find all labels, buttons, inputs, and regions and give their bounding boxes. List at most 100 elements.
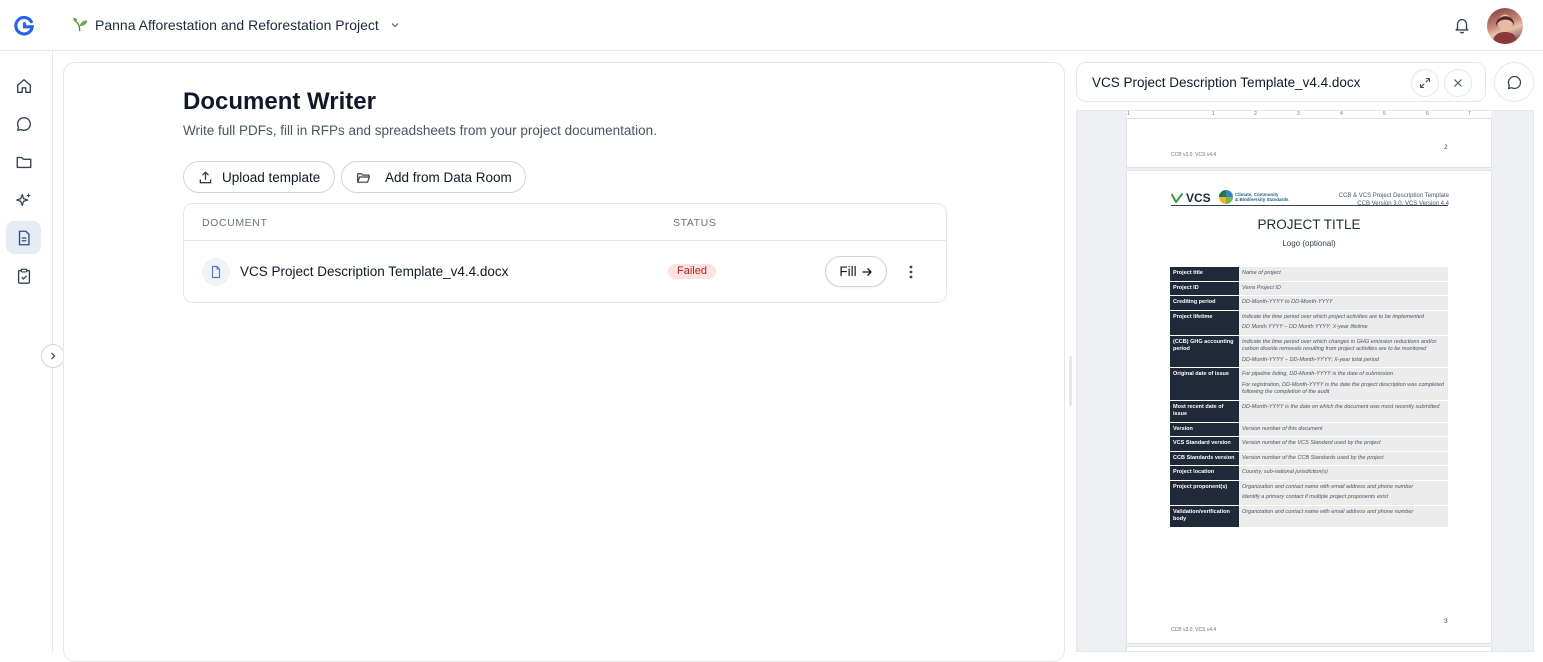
field-label: (CCB) GHG accounting period (1170, 335, 1239, 368)
close-preview-button[interactable] (1444, 69, 1472, 97)
field-value: Version number of this document (1239, 422, 1448, 437)
upload-template-label: Upload template (222, 169, 321, 185)
ruler-mark: 1 (1212, 111, 1215, 117)
ruler-mark: 5 (1383, 111, 1386, 117)
expand-preview-button[interactable] (1411, 69, 1439, 97)
table-row: Original date of issue For pipeline listi… (1170, 367, 1448, 401)
sidebar-item-ai[interactable] (6, 183, 41, 216)
table-row: Project lifetime Indicate the time period… (1170, 310, 1448, 336)
chevron-down-icon (391, 22, 399, 27)
panel-resize-handle[interactable] (1069, 356, 1072, 406)
chevron-right-icon (51, 352, 56, 360)
chat-bubble-icon (16, 116, 31, 131)
project-info-table: Project title Name of project Project ID Ve… (1170, 267, 1448, 528)
ruler-mark: 3 (1297, 111, 1300, 117)
document-header-line: CCB & VCS Project Description Template (1338, 193, 1449, 199)
field-value-line: Indicate the time period over which chan… (1242, 338, 1437, 353)
field-value-line: DD-Month-YYYY to DD-Month-YYYY (1242, 299, 1333, 305)
field-label: Project proponent(s) (1170, 480, 1239, 506)
field-label: Project title (1170, 267, 1239, 282)
field-value: Version number of the CCB Standards used… (1239, 451, 1448, 466)
field-label: Most recent date of issue (1170, 400, 1239, 423)
app-logo-icon[interactable] (13, 14, 35, 36)
field-value-line: Country, sub-national jurisdiction(s) (1242, 469, 1328, 475)
upload-template-button[interactable]: Upload template (183, 161, 335, 193)
document-viewer[interactable]: 1 1 2 3 4 5 6 7 CCB v3.0, VCS v4.4 2 VCS… (1076, 110, 1534, 652)
table-header: DOCUMENT STATUS (184, 204, 946, 241)
table-row: Project proponent(s) Organization and con… (1170, 480, 1448, 506)
add-from-data-room-button[interactable]: Add from Data Room (341, 161, 526, 193)
top-bar: Panna Afforestation and Reforestation Pr… (0, 0, 1543, 51)
field-value-line: DD Month YYYY – DD Month YYYY; X-year li… (1242, 324, 1368, 330)
table-row: Project location Country, sub-national ju… (1170, 465, 1448, 481)
column-header-status: STATUS (673, 217, 717, 229)
ruler-mark: 1 (1127, 111, 1130, 117)
upload-icon (199, 170, 212, 183)
field-value-line: For registration, DD-Month-YYYY is the d… (1242, 381, 1444, 396)
ruler-mark: 7 (1468, 111, 1471, 117)
sidebar-item-chat[interactable] (6, 107, 41, 140)
ruler-mark: 4 (1340, 111, 1343, 117)
document-name[interactable]: VCS Project Description Template_v4.4.do… (240, 264, 508, 279)
sparkles-icon (15, 192, 31, 206)
home-icon (16, 78, 31, 93)
table-row: CCB Standards version Version number of t… (1170, 451, 1448, 466)
document-page: CCB v3.0, VCS v4.4 2 (1127, 119, 1491, 167)
open-chat-button[interactable] (1494, 62, 1534, 102)
more-options-button[interactable] (902, 263, 920, 281)
avatar-portrait-icon (1493, 14, 1517, 44)
document-title: PROJECT TITLE (1257, 217, 1361, 232)
sidebar-item-document-writer[interactable] (6, 221, 41, 254)
field-label: VCS Standard version (1170, 436, 1239, 452)
user-avatar[interactable] (1487, 8, 1523, 44)
document-page: VCS Climate, Community & Biodiversity St… (1127, 171, 1491, 643)
status-badge: Failed (668, 264, 716, 279)
table-row: Version Version number of this document (1170, 422, 1448, 437)
document-page (1127, 647, 1491, 651)
field-value: Organization and contact name with email… (1239, 480, 1448, 506)
sidebar-item-home[interactable] (6, 69, 41, 102)
table-row: Validation/verification body Organization… (1170, 505, 1448, 528)
preview-header: VCS Project Description Template_v4.4.do… (1076, 62, 1486, 102)
folder-open-icon (357, 172, 371, 183)
table-row: Most recent date of issue DD-Month-YYYY i… (1170, 400, 1448, 423)
clipboard-check-icon (17, 268, 30, 284)
ruler-mark: 6 (1426, 111, 1429, 117)
field-value-line: Organization and contact name with email… (1242, 508, 1414, 515)
sidebar-expand-button[interactable] (41, 344, 65, 368)
field-label: CCB Standards version (1170, 451, 1239, 466)
field-value: DD-Month-YYYY is the date on which the d… (1239, 400, 1448, 423)
fill-label: Fill (839, 264, 857, 279)
field-label: Crediting period (1170, 295, 1239, 311)
table-row[interactable]: VCS Project Description Template_v4.4.do… (184, 241, 946, 303)
field-value-line: Version number of the CCB Standards used… (1242, 454, 1384, 461)
sidebar-item-clipboard[interactable] (6, 259, 41, 292)
bell-icon[interactable] (1453, 16, 1471, 34)
field-label: Original date of issue (1170, 367, 1239, 401)
page-title: Document Writer (183, 88, 376, 115)
field-label: Project lifetime (1170, 310, 1239, 336)
page-number: 3 (1444, 618, 1448, 625)
table-row: VCS Standard version Version number of th… (1170, 436, 1448, 452)
field-value-line: Version number of the VCS Standard used … (1242, 440, 1381, 446)
field-value: Country, sub-national jurisdiction(s) (1239, 465, 1448, 481)
field-value: Verra Project ID (1239, 281, 1448, 296)
page-footer: CCB v3.0, VCS v4.4 (1171, 152, 1217, 158)
file-icon (202, 258, 230, 286)
document-writer-panel: Document Writer Write full PDFs, fill in… (63, 62, 1065, 662)
add-from-data-room-label: Add from Data Room (385, 169, 512, 185)
field-value: Indicate the time period over which proj… (1239, 310, 1448, 336)
project-selector[interactable]: Panna Afforestation and Reforestation Pr… (72, 16, 401, 33)
vcs-logo: VCS (1171, 191, 1211, 205)
fill-button[interactable]: Fill (825, 256, 887, 287)
file-glyph-icon (211, 265, 221, 279)
vcs-logo-text: VCS (1186, 191, 1211, 205)
close-icon (1454, 79, 1462, 87)
document-header-line: CCB Version 3.0, VCS Version 4.4 (1357, 201, 1449, 207)
ccb-text-line: & Biodiversity Standards (1235, 197, 1289, 202)
field-value: For pipeline listing, DD-Month-YYYY is t… (1239, 367, 1448, 401)
field-label: Project ID (1170, 281, 1239, 296)
sidebar-item-folder[interactable] (6, 145, 41, 178)
column-header-document: DOCUMENT (202, 217, 268, 229)
field-value: Indicate the time period over which chan… (1239, 335, 1448, 368)
